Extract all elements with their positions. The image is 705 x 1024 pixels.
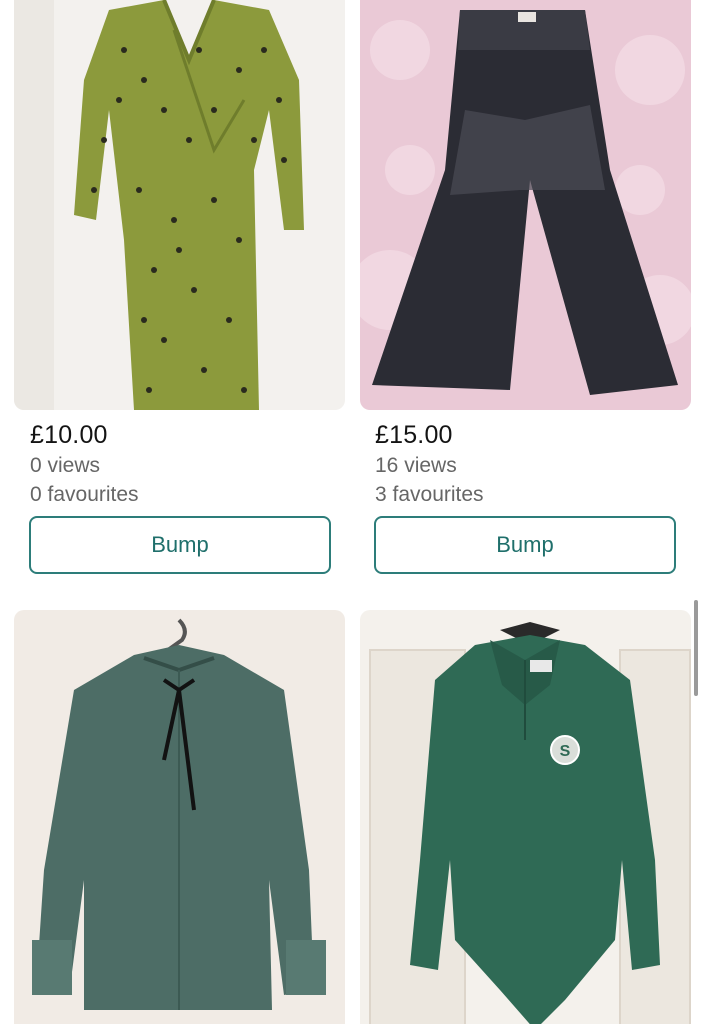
listing-card[interactable]: £15.00 16 views 3 favourites Bump xyxy=(352,0,705,590)
svg-text:S: S xyxy=(560,743,571,760)
listing-views: 16 views xyxy=(375,454,457,477)
listings-grid: £10.00 0 views 0 favourites Bump £15.00 … xyxy=(0,0,705,1024)
listing-card[interactable]: S xyxy=(352,600,705,1024)
listing-price: £15.00 xyxy=(375,421,453,449)
scrollbar[interactable] xyxy=(694,600,698,696)
listing-price: £10.00 xyxy=(30,421,108,449)
listing-views: 0 views xyxy=(30,454,101,477)
listing-photo-blouse[interactable] xyxy=(14,610,345,1024)
listing-card[interactable]: £10.00 0 views 0 favourites Bump xyxy=(0,0,352,590)
bump-button[interactable]: Bump xyxy=(374,516,676,574)
listing-photo-dress[interactable] xyxy=(14,0,345,410)
listing-photo-bodysuit[interactable]: S xyxy=(360,610,691,1024)
listing-favourites: 3 favourites xyxy=(375,483,484,506)
listing-photo-jeans[interactable] xyxy=(360,0,691,410)
listing-card[interactable] xyxy=(0,600,352,1024)
bump-button[interactable]: Bump xyxy=(29,516,331,574)
listing-favourites: 0 favourites xyxy=(30,483,139,506)
